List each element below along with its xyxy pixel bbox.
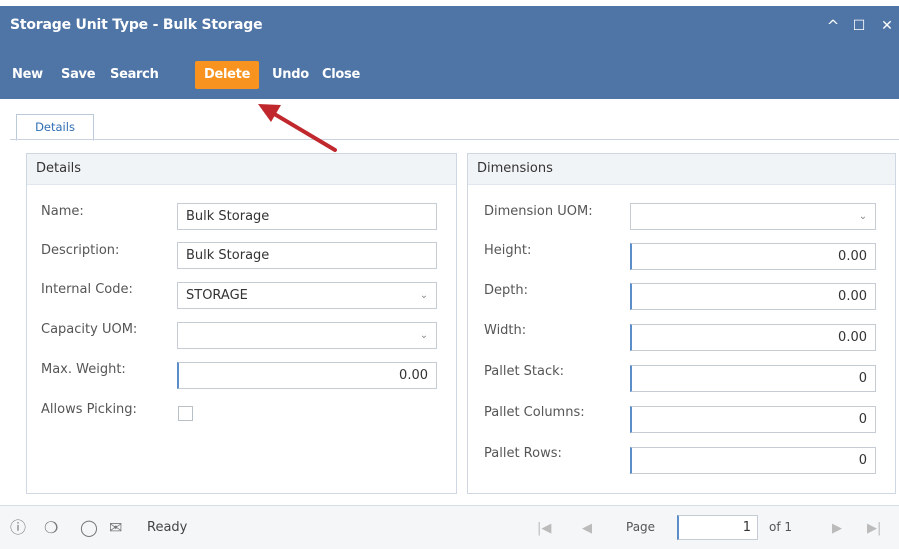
pallet-rows-input[interactable]: 0 xyxy=(630,447,876,474)
depth-input[interactable]: 0.00 xyxy=(630,283,876,310)
tab-details[interactable]: Details xyxy=(16,114,94,141)
statusbar: ⓘ ❍ ◯ ✉ Ready |◀ ◀ Page 1 of 1 ▶ ▶| xyxy=(0,505,899,549)
chevron-down-icon[interactable]: ⌄ xyxy=(411,283,436,308)
dimensions-fieldset: Dimensions Dimension UOM: ⌄ Height: 0.00… xyxy=(467,153,896,494)
toolbar: New Save Search Delete Undo Close xyxy=(0,48,899,99)
status-text: Ready xyxy=(147,520,188,535)
pallet-columns-input[interactable]: 0 xyxy=(630,406,876,433)
capacity-uom-label: Capacity UOM: xyxy=(41,322,138,337)
dimension-uom-label: Dimension UOM: xyxy=(484,204,593,219)
window-title: Storage Unit Type - Bulk Storage xyxy=(10,17,263,33)
dimensions-header: Dimensions xyxy=(468,154,895,185)
first-page-icon[interactable]: |◀ xyxy=(537,520,551,538)
capacity-uom-combo[interactable]: ⌄ xyxy=(177,322,437,349)
search-button[interactable]: Search xyxy=(106,62,163,88)
mail-icon[interactable]: ✉ xyxy=(109,519,122,537)
width-label: Width: xyxy=(484,323,527,338)
chevron-down-icon[interactable]: ⌄ xyxy=(850,204,875,229)
window-titlebar: Storage Unit Type - Bulk Storage ^ ☐ ✕ xyxy=(0,6,899,48)
help-icon[interactable]: ⓘ xyxy=(10,519,26,537)
minimize-icon[interactable]: ^ xyxy=(822,15,844,37)
page-number-input[interactable]: 1 xyxy=(677,515,758,540)
new-button[interactable]: New xyxy=(8,62,47,88)
undo-button[interactable]: Undo xyxy=(268,62,313,88)
chevron-down-icon[interactable]: ⌄ xyxy=(411,323,436,348)
internal-code-combo[interactable]: STORAGE ⌄ xyxy=(177,282,437,309)
annotation-arrow-icon xyxy=(258,104,337,152)
last-page-icon[interactable]: ▶| xyxy=(867,520,881,538)
maximize-icon[interactable]: ☐ xyxy=(848,15,870,37)
height-input[interactable]: 0.00 xyxy=(630,243,876,270)
max-weight-label: Max. Weight: xyxy=(41,362,126,377)
allows-picking-checkbox[interactable] xyxy=(178,406,193,421)
pallet-stack-input[interactable]: 0 xyxy=(630,365,876,392)
close-button[interactable]: Close xyxy=(318,62,364,88)
page-count: of 1 xyxy=(769,520,793,534)
dimension-uom-combo[interactable]: ⌄ xyxy=(630,203,876,230)
support-icon[interactable]: ❍ xyxy=(44,519,58,537)
internal-code-label: Internal Code: xyxy=(41,282,133,297)
name-label: Name: xyxy=(41,204,84,219)
close-window-icon[interactable]: ✕ xyxy=(876,15,898,37)
pallet-columns-label: Pallet Columns: xyxy=(484,405,585,420)
tab-strip-divider xyxy=(10,139,899,140)
pallet-stack-label: Pallet Stack: xyxy=(484,364,565,379)
width-input[interactable]: 0.00 xyxy=(630,324,876,351)
max-weight-input[interactable]: 0.00 xyxy=(177,362,437,389)
allows-picking-label: Allows Picking: xyxy=(41,402,137,417)
main-content: Details Details Name: Bulk Storage Descr… xyxy=(0,99,899,505)
delete-button[interactable]: Delete xyxy=(195,61,260,89)
details-header: Details xyxy=(27,154,456,185)
depth-label: Depth: xyxy=(484,283,528,298)
internal-code-value: STORAGE xyxy=(186,288,248,303)
name-input[interactable]: Bulk Storage xyxy=(177,203,437,230)
next-page-icon[interactable]: ▶ xyxy=(832,520,842,538)
details-fieldset: Details Name: Bulk Storage Description: … xyxy=(26,153,457,494)
height-label: Height: xyxy=(484,243,532,258)
save-button[interactable]: Save xyxy=(57,62,99,88)
previous-page-icon[interactable]: ◀ xyxy=(582,520,592,538)
pallet-rows-label: Pallet Rows: xyxy=(484,446,562,461)
lightbulb-icon[interactable]: ◯ xyxy=(80,519,98,537)
page-label: Page xyxy=(626,520,656,534)
description-input[interactable]: Bulk Storage xyxy=(177,242,437,269)
description-label: Description: xyxy=(41,243,120,258)
